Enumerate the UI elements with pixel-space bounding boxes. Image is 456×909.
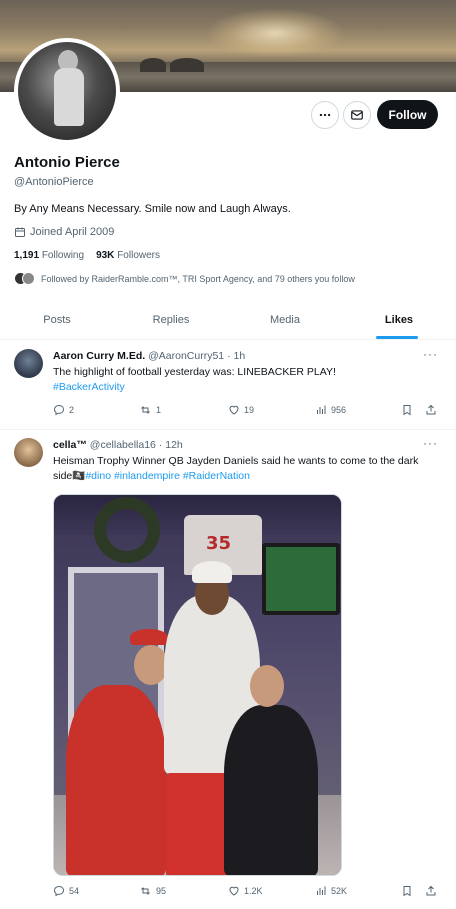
photo-face (250, 665, 284, 707)
calendar-icon (15, 227, 25, 237)
reply-button[interactable]: 2 (53, 404, 74, 416)
photo-face (134, 645, 168, 685)
like-count: 19 (244, 405, 255, 415)
reply-button[interactable]: 54 (53, 885, 79, 897)
jersey-number: 35 (206, 533, 232, 554)
heart-icon (229, 405, 239, 415)
photo-beanie (192, 561, 232, 583)
followers-link[interactable]: 93K Followers (96, 250, 160, 261)
view-count: 956 (331, 405, 347, 415)
followers-label: Followers (117, 250, 160, 261)
repost-button[interactable]: 95 (139, 885, 166, 897)
reply-icon (53, 885, 65, 897)
more-horizontal-icon[interactable]: ··· (423, 347, 438, 361)
bookmark-button[interactable] (401, 404, 413, 416)
tweet-author-handle[interactable]: @cellabella16 (90, 439, 156, 451)
more-horizontal-icon (319, 113, 331, 117)
following-label: Following (41, 250, 85, 261)
tab-media[interactable]: Media (228, 300, 342, 340)
share-button[interactable] (425, 404, 437, 416)
profile-tabs: Posts Replies Media Likes (0, 300, 456, 340)
tweet-text: Heisman Trophy Winner QB Jayden Daniels … (53, 454, 433, 484)
joined-label: Joined April 2009 (30, 226, 115, 238)
profile-bio: By Any Means Necessary. Smile now and La… (14, 203, 291, 215)
reply-count: 2 (69, 405, 75, 415)
tweet-time[interactable]: · 1h (227, 350, 245, 362)
like-count: 1.2K (244, 886, 263, 896)
repost-icon (141, 406, 150, 414)
view-count: 52K (331, 886, 348, 896)
mail-icon (351, 110, 363, 120)
follow-button[interactable]: Follow (377, 100, 438, 129)
bar-chart-icon (317, 886, 326, 895)
share-button[interactable] (425, 885, 437, 897)
share-icon (426, 885, 436, 896)
banner-sunlight (205, 8, 345, 58)
tweet-header: Aaron Curry M.Ed. @AaronCurry51 · 1h (53, 350, 245, 362)
photo-tv (262, 543, 340, 615)
message-button[interactable] (343, 101, 371, 129)
banner-island (170, 58, 204, 72)
photo-person (224, 705, 318, 875)
photo-cap (130, 629, 168, 645)
bookmark-icon (403, 886, 411, 897)
tweet-avatar[interactable] (14, 349, 43, 378)
profile-name: Antonio Pierce (14, 154, 120, 171)
followers-you-know-avatars (14, 272, 35, 285)
profile-avatar[interactable] (14, 38, 120, 144)
tab-likes[interactable]: Likes (342, 300, 456, 340)
like-button[interactable]: 1.2K (228, 885, 263, 897)
views-button[interactable]: 52K (315, 885, 347, 897)
tweet-author-name[interactable]: cella™ (53, 439, 87, 451)
reply-count: 54 (69, 886, 80, 896)
bar-chart-icon (317, 405, 326, 414)
mini-avatar (22, 272, 35, 285)
tweet-actions: 2 1 19 956 (53, 404, 443, 420)
tab-replies[interactable]: Replies (114, 300, 228, 340)
like-button[interactable]: 19 (228, 404, 254, 416)
repost-count: 1 (156, 405, 162, 415)
tweet-text: The highlight of football yesterday was:… (53, 365, 433, 395)
pirate-flag-emoji: 🏴‍☠️ (72, 470, 86, 482)
repost-button[interactable]: 1 (139, 404, 161, 416)
followed-by[interactable]: Followed by RaiderRamble.com™, TRI Sport… (14, 272, 355, 285)
tweet-actions: 54 95 1.2K 52K (53, 885, 443, 901)
tweet-header: cella™ @cellabella16 · 12h (53, 439, 183, 451)
tab-posts[interactable]: Posts (0, 300, 114, 340)
bookmark-icon (403, 405, 411, 416)
tweet-author-handle[interactable]: @AaronCurry51 (148, 350, 224, 362)
repost-count: 95 (156, 886, 167, 896)
hashtag-link[interactable]: #BackerActivity (53, 381, 125, 393)
tweet-time[interactable]: · 12h (159, 439, 183, 451)
heart-icon (229, 886, 239, 896)
active-tab-indicator (376, 336, 418, 339)
bookmark-button[interactable] (401, 885, 413, 897)
tweet-author-name[interactable]: Aaron Curry M.Ed. (53, 350, 145, 362)
more-horizontal-icon[interactable]: ··· (423, 436, 438, 450)
reply-icon (53, 404, 65, 416)
tweet-body: The highlight of football yesterday was:… (53, 366, 336, 378)
tweet-photo[interactable]: 35 (53, 494, 342, 876)
repost-icon (141, 887, 150, 895)
following-count: 1,191 (14, 250, 40, 261)
banner-island (140, 58, 166, 72)
hashtag-links[interactable]: #dino #inlandempire #RaiderNation (85, 470, 250, 482)
followed-by-text: Followed by RaiderRamble.com™, TRI Sport… (41, 273, 355, 284)
tweet[interactable]: Aaron Curry M.Ed. @AaronCurry51 · 1h ···… (0, 341, 456, 430)
followers-count: 93K (96, 250, 115, 261)
joined-date: Joined April 2009 (14, 226, 114, 238)
avatar-figure (54, 68, 84, 126)
photo-wreath (94, 497, 160, 563)
follow-stats: 1,191 Following 93K Followers (14, 250, 160, 261)
more-options-button[interactable] (311, 101, 339, 129)
following-link[interactable]: 1,191 Following (14, 250, 84, 261)
photo-person (66, 685, 166, 875)
share-icon (426, 404, 436, 415)
views-button[interactable]: 956 (315, 404, 346, 416)
tweet-avatar[interactable] (14, 438, 43, 467)
profile-handle: @AntonioPierce (14, 176, 94, 188)
